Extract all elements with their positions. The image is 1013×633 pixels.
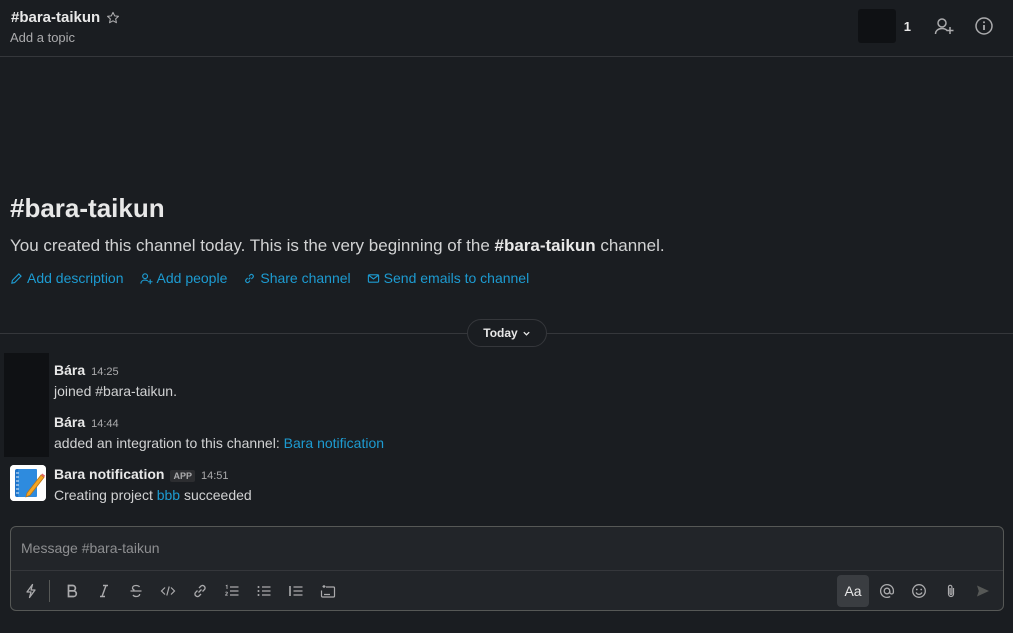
- star-icon[interactable]: [106, 11, 120, 25]
- message-header: Bára 14:44: [54, 414, 119, 430]
- intro-text-start: You created this channel today. This is …: [10, 236, 495, 255]
- intro-title: #bara-taikun: [10, 193, 165, 223]
- info-icon[interactable]: [973, 15, 995, 37]
- avatar[interactable]: [4, 353, 49, 457]
- strikethrough-icon[interactable]: [120, 576, 152, 606]
- author-name[interactable]: Bara notification: [54, 466, 164, 482]
- code-block-icon[interactable]: [312, 576, 344, 606]
- message-timestamp[interactable]: 14:25: [91, 366, 119, 378]
- message-text-start: Creating project: [54, 487, 157, 503]
- link-icon[interactable]: [184, 576, 216, 606]
- link-icon: [245, 273, 255, 283]
- app-badge: APP: [170, 470, 195, 482]
- formatting-toggle-button[interactable]: Aa: [837, 575, 869, 607]
- ordered-list-icon[interactable]: [216, 576, 248, 606]
- add-description-label: Add description: [27, 270, 124, 286]
- formatting-toolbar: [15, 575, 344, 607]
- send-icon[interactable]: [967, 576, 999, 606]
- member-avatar[interactable]: [857, 9, 896, 43]
- add-description-button[interactable]: Add description: [10, 270, 124, 286]
- send-emails-button[interactable]: Send emails to channel: [367, 270, 530, 286]
- channel-title[interactable]: #bara-taikun: [11, 9, 120, 26]
- bullet-list-icon[interactable]: [248, 576, 280, 606]
- author-name[interactable]: Bára: [54, 414, 85, 430]
- shortcuts-lightning-icon[interactable]: [15, 576, 47, 606]
- emoji-icon[interactable]: [903, 576, 935, 606]
- italic-icon[interactable]: [88, 576, 120, 606]
- composer-divider: [11, 570, 1003, 571]
- notebook-pencil-icon: [10, 465, 46, 501]
- send-emails-label: Send emails to channel: [383, 270, 530, 286]
- blockquote-icon[interactable]: [280, 576, 312, 606]
- intro-text-end: channel.: [595, 236, 665, 255]
- mention-icon[interactable]: [871, 576, 903, 606]
- message-timestamp[interactable]: 14:44: [91, 418, 119, 430]
- pencil-icon: [11, 272, 22, 284]
- message-text: added an integration to this channel: Ba…: [54, 435, 384, 451]
- channel-header: #bara-taikun Add a topic 1: [0, 0, 1013, 57]
- intro-text: You created this channel today. This is …: [10, 236, 665, 256]
- message-header: Bára 14:25: [54, 362, 119, 378]
- add-people-label: Add people: [156, 270, 228, 286]
- toolbar-separator: [49, 580, 50, 602]
- day-divider-label: Today: [483, 326, 518, 340]
- message-timestamp[interactable]: 14:51: [201, 470, 229, 482]
- add-person-icon[interactable]: [933, 15, 955, 37]
- code-icon[interactable]: [152, 576, 184, 606]
- attachment-icon[interactable]: [935, 576, 967, 606]
- add-topic-link[interactable]: Add a topic: [10, 30, 75, 45]
- message-composer: Aa: [10, 526, 1004, 611]
- message-text: Creating project bbb succeeded: [54, 487, 252, 503]
- intro-channel-name: #bara-taikun: [494, 236, 596, 255]
- message-header: Bara notification APP 14:51: [54, 466, 229, 482]
- message-text-end: succeeded: [180, 487, 252, 503]
- project-link[interactable]: bbb: [157, 487, 180, 503]
- message-input[interactable]: [11, 527, 1003, 569]
- share-channel-label: Share channel: [260, 270, 351, 286]
- channel-name[interactable]: #bara-taikun: [11, 9, 100, 26]
- message-text: joined #bara-taikun.: [54, 383, 177, 399]
- bold-icon[interactable]: [56, 576, 88, 606]
- intro-actions: Add description Add people Share channel…: [10, 270, 529, 286]
- author-name[interactable]: Bára: [54, 362, 85, 378]
- add-people-button[interactable]: Add people: [139, 270, 228, 286]
- app-avatar[interactable]: [10, 465, 46, 501]
- composer-actions: Aa: [837, 575, 999, 607]
- add-person-icon: [139, 272, 153, 284]
- day-divider-button[interactable]: Today: [467, 319, 547, 347]
- integration-link[interactable]: Bara notification: [284, 435, 384, 451]
- message-text-body: added an integration to this channel:: [54, 435, 284, 451]
- member-count[interactable]: 1: [904, 19, 911, 34]
- email-icon: [367, 273, 379, 283]
- chevron-down-icon: [523, 331, 530, 336]
- share-channel-button[interactable]: Share channel: [243, 270, 351, 286]
